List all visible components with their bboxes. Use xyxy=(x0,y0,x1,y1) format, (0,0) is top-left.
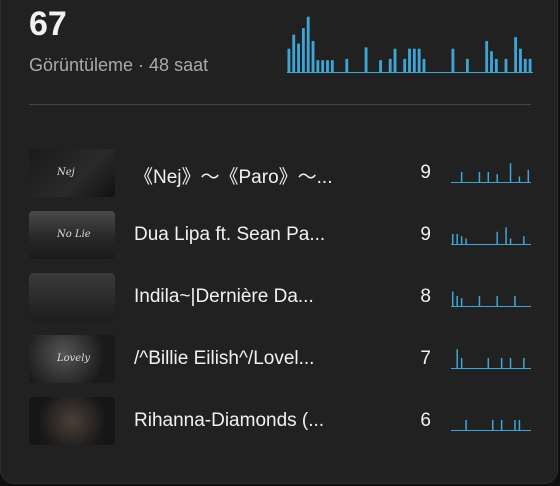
sparkline-bar xyxy=(523,236,525,245)
video-sparkline xyxy=(451,349,531,369)
sparkline-bar xyxy=(465,420,467,431)
video-row[interactable]: Indila~|Dernière Da... 8 xyxy=(29,273,531,323)
video-thumbnail[interactable]: Lovely xyxy=(29,335,115,383)
sparkline-bar xyxy=(509,163,512,183)
hourly-bar xyxy=(388,58,392,73)
divider xyxy=(29,104,531,105)
video-thumbnail[interactable] xyxy=(29,397,115,445)
hourly-bar xyxy=(528,58,532,73)
video-thumbnail[interactable] xyxy=(29,273,115,321)
sparkline-bar xyxy=(465,238,467,245)
sparkline-bar xyxy=(460,358,463,369)
video-sparkline xyxy=(451,163,531,183)
hourly-bar xyxy=(417,48,421,73)
hourly-bar xyxy=(306,16,310,73)
sparkline-bar xyxy=(478,172,481,183)
sparkline-bar xyxy=(460,298,463,307)
hourly-bar xyxy=(412,48,416,73)
video-sparkline xyxy=(451,420,531,431)
views-period-label: Görüntüleme · 48 saat xyxy=(29,55,209,75)
hourly-views-chart xyxy=(287,16,533,73)
hourly-bar xyxy=(316,60,320,73)
video-title[interactable]: Indila~|Dernière Da... xyxy=(134,286,424,308)
sparkline-bar xyxy=(456,234,458,245)
thumbnail-text: No Lie xyxy=(57,229,91,240)
sparkline-bar xyxy=(496,296,498,307)
hourly-bar xyxy=(523,58,527,73)
video-thumbnail[interactable]: No Lie xyxy=(29,211,115,259)
hourly-bar xyxy=(364,47,368,73)
hourly-bar xyxy=(379,60,382,73)
hourly-bar xyxy=(408,48,411,73)
hourly-bar xyxy=(403,58,407,73)
sparkline-bar xyxy=(518,176,521,183)
hourly-bar xyxy=(504,58,508,73)
sparkline-bar xyxy=(523,358,525,369)
video-title[interactable]: 《Nej》～《Paro》～... xyxy=(134,162,424,189)
hourly-bar xyxy=(326,60,329,73)
hourly-bar xyxy=(422,58,426,73)
video-title[interactable]: /^Billie Eilish^/Lovel... xyxy=(134,348,424,370)
video-sparkline xyxy=(451,291,531,307)
thumbnail-text: Nej xyxy=(57,167,75,178)
video-view-count: 9 xyxy=(420,162,431,183)
sparkline-bar xyxy=(514,420,516,431)
video-row[interactable]: Nej 《Nej》～《Paro》～... 9 xyxy=(29,149,531,199)
video-view-count: 7 xyxy=(420,348,431,369)
analytics-card: 67 Görüntüleme · 48 saat Nej 《Nej》～《Paro》… xyxy=(0,0,558,484)
sparkline-bar xyxy=(514,296,516,307)
sparkline-bar xyxy=(456,349,458,369)
sparkline-bar xyxy=(478,296,481,307)
hourly-bar xyxy=(393,48,397,73)
hourly-bar xyxy=(514,37,518,73)
sparkline-bar xyxy=(487,172,490,183)
hourly-bar xyxy=(292,34,296,73)
hourly-bar xyxy=(494,58,498,73)
hourly-bar xyxy=(297,43,300,73)
video-row[interactable]: Rihanna-Diamonds (... 6 xyxy=(29,397,531,447)
hourly-bar xyxy=(345,58,349,73)
video-row[interactable]: Lovely /^Billie Eilish^/Lovel... 7 xyxy=(29,335,531,385)
sparkline-bar xyxy=(456,296,458,307)
hourly-bar xyxy=(451,48,455,73)
sparkline-bar xyxy=(452,234,454,245)
video-view-count: 8 xyxy=(420,286,431,307)
hourly-bar xyxy=(330,60,334,73)
hourly-bar xyxy=(301,28,305,73)
hourly-bar xyxy=(519,48,522,73)
sparkline-bar xyxy=(452,291,454,307)
video-title[interactable]: Dua Lipa ft. Sean Pa... xyxy=(134,224,424,246)
sparkline-bar xyxy=(460,236,463,245)
video-view-count: 9 xyxy=(420,224,431,245)
sparkline-bar xyxy=(487,358,490,369)
video-thumbnail[interactable]: Nej xyxy=(29,149,115,197)
video-view-count: 6 xyxy=(420,410,431,431)
sparkline-bar xyxy=(505,227,507,245)
hourly-bar xyxy=(490,51,493,73)
video-row[interactable]: No Lie Dua Lipa ft. Sean Pa... 9 xyxy=(29,211,531,261)
video-title[interactable]: Rihanna-Diamonds (... xyxy=(134,410,424,432)
sparkline-bar xyxy=(460,172,463,183)
sparkline-bar xyxy=(509,358,512,369)
hourly-bar xyxy=(321,60,325,73)
hourly-bar xyxy=(485,41,489,73)
sparkline-bar xyxy=(509,238,512,245)
hourly-bar xyxy=(465,58,469,73)
sparkline-bar xyxy=(496,231,498,245)
total-views-count: 67 xyxy=(29,5,67,43)
thumbnail-text: Lovely xyxy=(57,353,91,364)
sparkline-bar xyxy=(500,358,503,369)
hourly-bar xyxy=(311,41,315,73)
sparkline-bar xyxy=(492,420,494,431)
video-sparkline xyxy=(451,227,531,245)
sparkline-bar xyxy=(527,169,530,183)
sparkline-bar xyxy=(500,420,503,431)
hourly-bar xyxy=(287,48,291,73)
sparkline-bar xyxy=(496,174,498,183)
sparkline-bar xyxy=(518,420,521,431)
